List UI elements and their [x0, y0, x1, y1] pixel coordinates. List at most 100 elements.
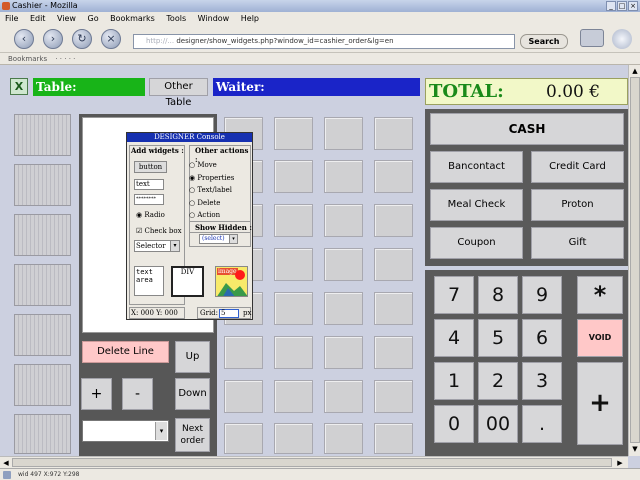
add-button-widget[interactable]: button	[134, 161, 167, 173]
product-button[interactable]	[324, 248, 363, 281]
product-button[interactable]	[274, 248, 313, 281]
scroll-left-icon[interactable]: ◀	[1, 458, 11, 468]
category-button[interactable]	[14, 114, 71, 156]
meal-check-button[interactable]: Meal Check	[430, 189, 523, 221]
void-button[interactable]: VOID	[577, 319, 623, 357]
bookmark-links[interactable]: · · · · ·	[55, 55, 75, 63]
product-button[interactable]	[324, 336, 363, 369]
close-x-button[interactable]: X	[10, 78, 28, 95]
key-0[interactable]: 0	[434, 405, 474, 443]
stop-icon[interactable]: ×	[101, 29, 121, 49]
category-button[interactable]	[14, 164, 71, 206]
scroll-thumb[interactable]	[12, 458, 612, 467]
bookmarks-menu[interactable]: Bookmarks	[8, 55, 47, 63]
product-button[interactable]	[224, 423, 263, 454]
down-button[interactable]: Down	[175, 378, 210, 410]
back-icon[interactable]: ‹	[14, 29, 34, 49]
product-button[interactable]	[274, 423, 313, 454]
add-textarea-widget[interactable]: text area	[134, 266, 164, 296]
product-button[interactable]	[224, 380, 263, 413]
add-radio-widget[interactable]: ◉ Radio	[136, 211, 165, 219]
cash-button[interactable]: CASH	[430, 113, 624, 145]
bancontact-button[interactable]: Bancontact	[430, 151, 523, 183]
category-button[interactable]	[14, 264, 71, 306]
product-button[interactable]	[274, 204, 313, 237]
product-button[interactable]	[324, 117, 363, 150]
key-8[interactable]: 8	[478, 276, 518, 314]
menu-bookmarks[interactable]: Bookmarks	[110, 14, 155, 23]
key-00[interactable]: 00	[478, 405, 518, 443]
product-button[interactable]	[374, 380, 413, 413]
print-icon[interactable]	[580, 29, 604, 47]
scroll-up-icon[interactable]: ▲	[630, 66, 640, 76]
scroll-thumb[interactable]	[630, 77, 640, 443]
add-password-widget[interactable]: ********	[134, 194, 164, 205]
key-9[interactable]: 9	[522, 276, 562, 314]
menu-view[interactable]: View	[57, 14, 76, 23]
show-hidden-select[interactable]: (select) ▾	[199, 234, 238, 244]
up-button[interactable]: Up	[175, 341, 210, 373]
menu-help[interactable]: Help	[241, 14, 259, 23]
add-image-widget[interactable]: image	[215, 266, 248, 297]
product-button[interactable]	[274, 380, 313, 413]
key-multiply[interactable]: *	[577, 276, 623, 314]
product-button[interactable]	[374, 423, 413, 454]
menu-file[interactable]: File	[5, 14, 18, 23]
forward-icon[interactable]: ›	[43, 29, 63, 49]
other-table-button[interactable]: Other Table	[149, 78, 208, 108]
category-button[interactable]	[14, 414, 71, 454]
product-button[interactable]	[374, 117, 413, 150]
product-button[interactable]	[374, 160, 413, 193]
close-button[interactable]: ×	[628, 1, 638, 11]
product-button[interactable]	[274, 160, 313, 193]
credit-card-button[interactable]: Credit Card	[531, 151, 624, 183]
scroll-right-icon[interactable]: ▶	[615, 458, 625, 468]
key-2[interactable]: 2	[478, 362, 518, 400]
product-button[interactable]	[374, 248, 413, 281]
delete-line-button[interactable]: Delete Line	[82, 341, 169, 363]
product-button[interactable]	[274, 336, 313, 369]
coupon-button[interactable]: Coupon	[430, 227, 523, 259]
menu-tools[interactable]: Tools	[166, 14, 186, 23]
action-properties[interactable]: ◉ Properties	[189, 172, 234, 185]
menu-go[interactable]: Go	[88, 14, 99, 23]
maximize-button[interactable]: □	[617, 1, 627, 11]
scroll-down-icon[interactable]: ▼	[630, 444, 640, 454]
key-plus[interactable]: +	[577, 362, 623, 445]
product-button[interactable]	[224, 336, 263, 369]
category-button[interactable]	[14, 314, 71, 356]
product-button[interactable]	[374, 292, 413, 325]
product-button[interactable]	[374, 336, 413, 369]
product-button[interactable]	[324, 380, 363, 413]
action-text-label[interactable]: ○ Text/label	[189, 184, 234, 197]
product-button[interactable]	[324, 423, 363, 454]
category-button[interactable]	[14, 364, 71, 406]
add-checkbox-widget[interactable]: ☑ Check box	[136, 227, 182, 235]
key-decimal[interactable]: .	[522, 405, 562, 443]
quantity-minus-button[interactable]: -	[122, 378, 153, 410]
product-button[interactable]	[274, 117, 313, 150]
product-button[interactable]	[274, 292, 313, 325]
product-button[interactable]	[324, 292, 363, 325]
key-3[interactable]: 3	[522, 362, 562, 400]
order-select[interactable]: ▾	[82, 420, 169, 442]
address-bar[interactable]: http://... designer/show_widgets.php?win…	[133, 34, 515, 49]
search-button[interactable]: Search	[520, 34, 568, 49]
add-selector-widget[interactable]: Selector ▾	[134, 240, 180, 252]
proton-button[interactable]: Proton	[531, 189, 624, 221]
category-button[interactable]	[14, 214, 71, 256]
reload-icon[interactable]: ↻	[72, 29, 92, 49]
minimize-button[interactable]: _	[606, 1, 616, 11]
key-6[interactable]: 6	[522, 319, 562, 357]
product-button[interactable]	[324, 160, 363, 193]
menu-edit[interactable]: Edit	[30, 14, 46, 23]
menu-window[interactable]: Window	[198, 14, 230, 23]
grid-input[interactable]: 5	[219, 309, 239, 318]
action-delete[interactable]: ○ Delete	[189, 197, 234, 210]
horizontal-scrollbar[interactable]: ◀ ▶	[0, 456, 628, 468]
key-7[interactable]: 7	[434, 276, 474, 314]
vertical-scrollbar[interactable]: ▲ ▼	[628, 65, 640, 456]
key-1[interactable]: 1	[434, 362, 474, 400]
key-5[interactable]: 5	[478, 319, 518, 357]
next-order-button[interactable]: Next order	[175, 418, 210, 452]
